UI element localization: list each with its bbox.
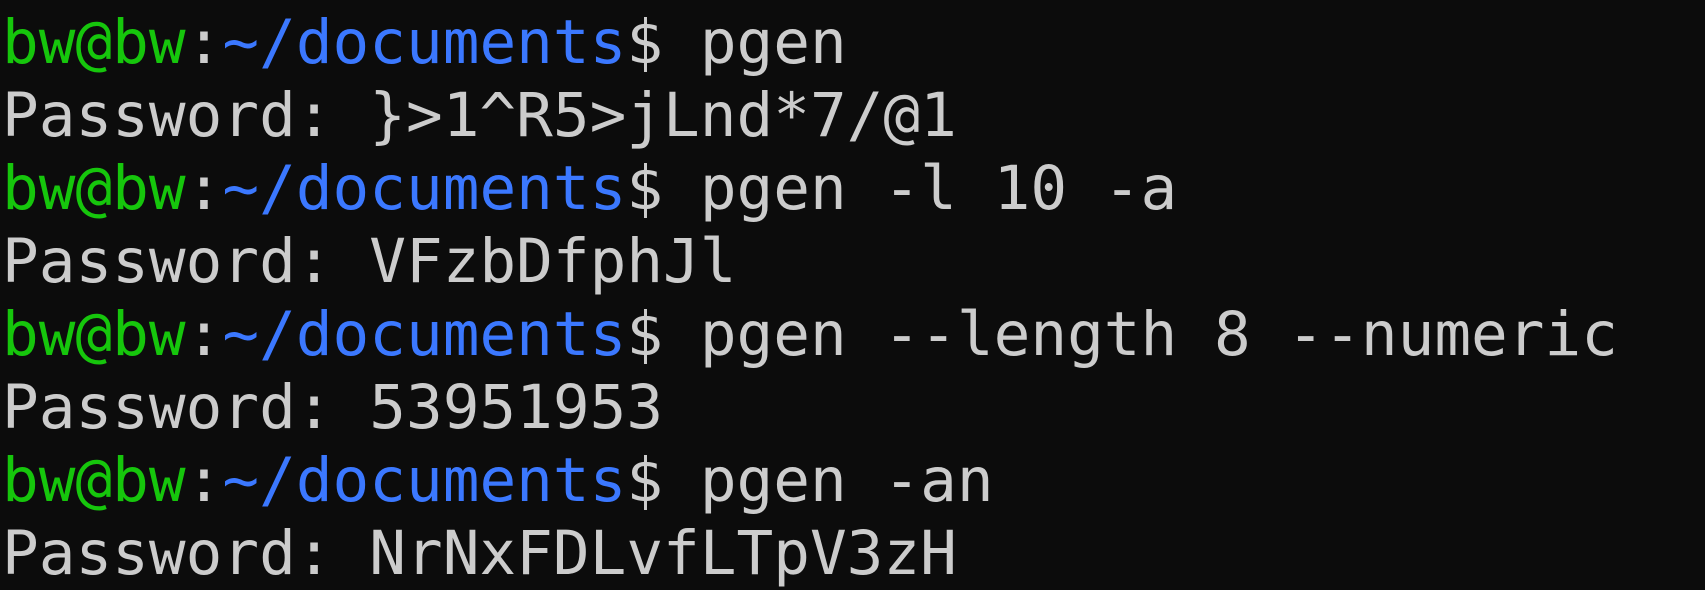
- prompt-symbol: $: [626, 7, 664, 78]
- output-line: Password: }>1^R5>jLnd*7/@1: [0, 79, 1705, 152]
- output-text: Password: VFzbDfphJl: [2, 226, 737, 297]
- prompt-path: ~/documents: [222, 7, 627, 78]
- prompt-colon: :: [185, 299, 223, 370]
- prompt-colon: :: [185, 445, 223, 516]
- prompt-line: bw@bw:~/documents$ pgen: [0, 6, 1705, 79]
- output-text: Password: NrNxFDLvfLTpV3zH: [2, 518, 957, 589]
- command-text: pgen --length 8 --numeric: [663, 299, 1618, 370]
- prompt-user-host: bw@bw: [2, 7, 186, 78]
- prompt-path: ~/documents: [222, 153, 627, 224]
- prompt-path: ~/documents: [222, 299, 627, 370]
- output-text: Password: }>1^R5>jLnd*7/@1: [2, 80, 957, 151]
- prompt-colon: :: [185, 153, 223, 224]
- prompt-user-host: bw@bw: [2, 153, 186, 224]
- prompt-symbol: $: [626, 299, 664, 370]
- terminal-window[interactable]: bw@bw:~/documents$ pgen Password: }>1^R5…: [0, 0, 1705, 589]
- prompt-symbol: $: [626, 153, 664, 224]
- output-text: Password: 53951953: [2, 372, 664, 443]
- prompt-path: ~/documents: [222, 445, 627, 516]
- command-text: pgen: [663, 7, 847, 78]
- output-line: Password: 53951953: [0, 371, 1705, 444]
- prompt-line: bw@bw:~/documents$ pgen -l 10 -a: [0, 152, 1705, 225]
- prompt-line: bw@bw:~/documents$ pgen -an: [0, 444, 1705, 517]
- prompt-user-host: bw@bw: [2, 299, 186, 370]
- prompt-symbol: $: [626, 445, 664, 516]
- output-line: Password: VFzbDfphJl: [0, 225, 1705, 298]
- command-text: pgen -l 10 -a: [663, 153, 1178, 224]
- command-text: pgen -an: [663, 445, 994, 516]
- output-line: Password: NrNxFDLvfLTpV3zH: [0, 517, 1705, 590]
- prompt-colon: :: [185, 7, 223, 78]
- prompt-line: bw@bw:~/documents$ pgen --length 8 --num…: [0, 298, 1705, 371]
- prompt-user-host: bw@bw: [2, 445, 186, 516]
